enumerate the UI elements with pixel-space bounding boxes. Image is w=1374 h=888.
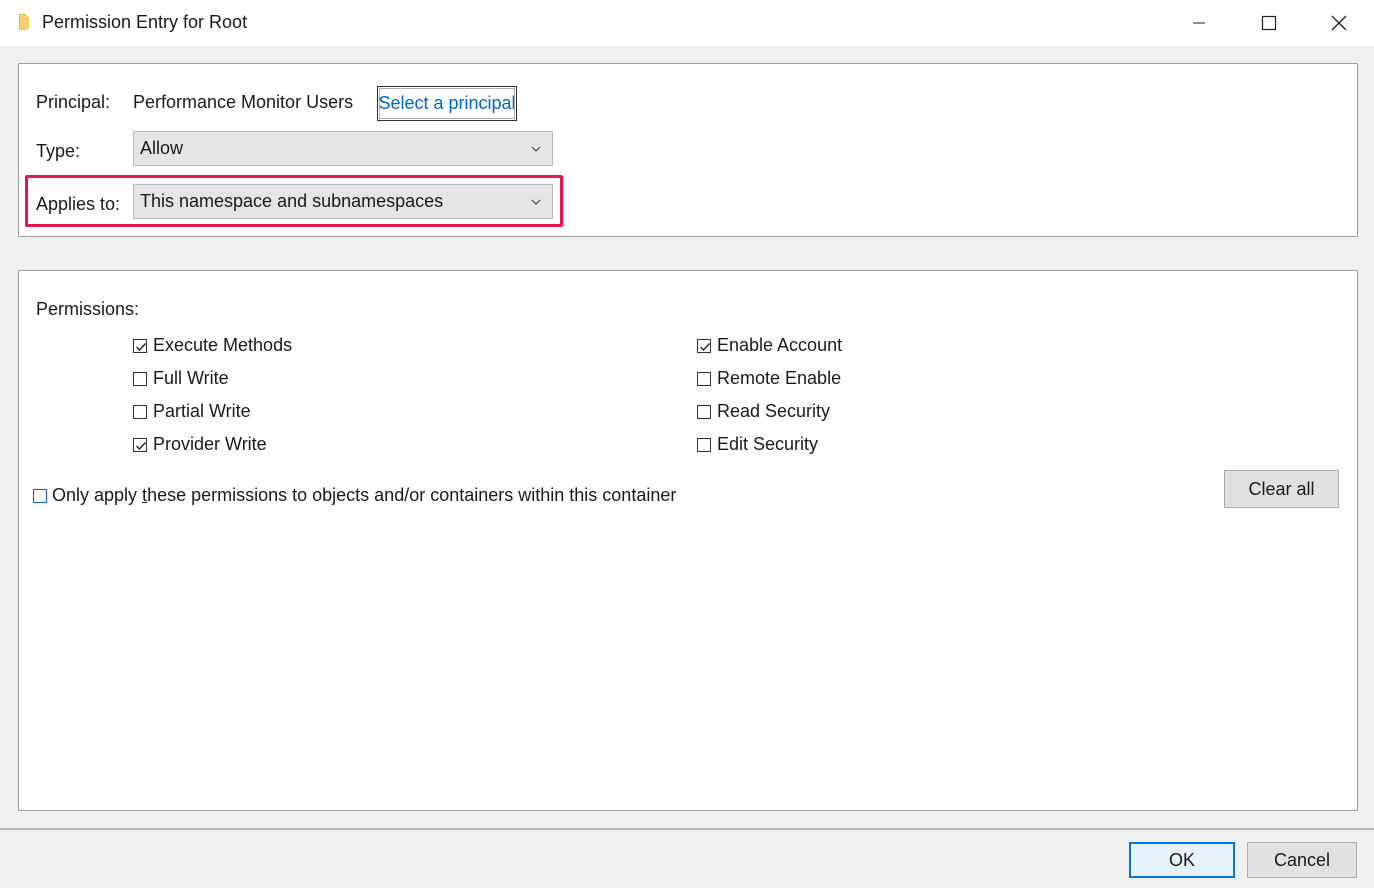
only-apply-label: Only apply these permissions to objects …: [52, 485, 677, 505]
close-icon: [1331, 15, 1347, 31]
folder-icon: [19, 14, 29, 30]
footer-separator: [0, 828, 1374, 830]
checkmark-icon: [136, 343, 147, 352]
checkmark-icon: [700, 343, 711, 352]
type-dropdown[interactable]: Allow: [133, 131, 553, 166]
execute-methods-checkbox[interactable]: [133, 339, 147, 353]
cancel-button[interactable]: Cancel: [1247, 842, 1357, 878]
partial-write-checkbox[interactable]: [133, 405, 147, 419]
remote-enable-checkbox[interactable]: [697, 372, 711, 386]
ok-button[interactable]: OK: [1129, 842, 1235, 878]
maximize-button[interactable]: [1234, 0, 1304, 46]
full-write-label: Full Write: [153, 368, 229, 388]
minimize-icon: [1193, 22, 1205, 24]
close-button[interactable]: [1304, 0, 1374, 46]
provider-write-label: Provider Write: [153, 434, 267, 454]
maximize-icon: [1261, 15, 1277, 31]
checkmark-icon: [136, 442, 147, 451]
full-write-checkbox[interactable]: [133, 372, 147, 386]
principal-value: Performance Monitor Users: [133, 92, 354, 112]
enable-account-checkbox[interactable]: [697, 339, 711, 353]
execute-methods-label: Execute Methods: [153, 335, 293, 355]
remote-enable-label: Remote Enable: [717, 368, 842, 388]
edit-security-checkbox[interactable]: [697, 438, 711, 452]
permissions-label: Permissions:: [36, 299, 140, 319]
applies-to-dropdown-value: This namespace and subnamespaces: [140, 191, 444, 211]
enable-account-label: Enable Account: [717, 335, 843, 355]
applies-to-dropdown[interactable]: This namespace and subnamespaces: [133, 184, 553, 219]
only-apply-checkbox[interactable]: [33, 489, 47, 503]
select-principal-link[interactable]: Select a principal: [377, 86, 517, 121]
chevron-down-icon: [531, 199, 541, 205]
clear-all-button[interactable]: Clear all: [1224, 470, 1339, 508]
chevron-down-icon: [531, 146, 541, 152]
partial-write-label: Partial Write: [153, 401, 251, 421]
read-security-label: Read Security: [717, 401, 831, 421]
minimize-button[interactable]: [1164, 0, 1234, 46]
type-label: Type:: [36, 141, 81, 161]
window-title: Permission Entry for Root: [42, 12, 248, 32]
read-security-checkbox[interactable]: [697, 405, 711, 419]
provider-write-checkbox[interactable]: [133, 438, 147, 452]
principal-label: Principal:: [36, 92, 111, 112]
type-dropdown-value: Allow: [140, 138, 184, 158]
applies-to-label: Applies to:: [36, 194, 121, 214]
edit-security-label: Edit Security: [717, 434, 819, 454]
